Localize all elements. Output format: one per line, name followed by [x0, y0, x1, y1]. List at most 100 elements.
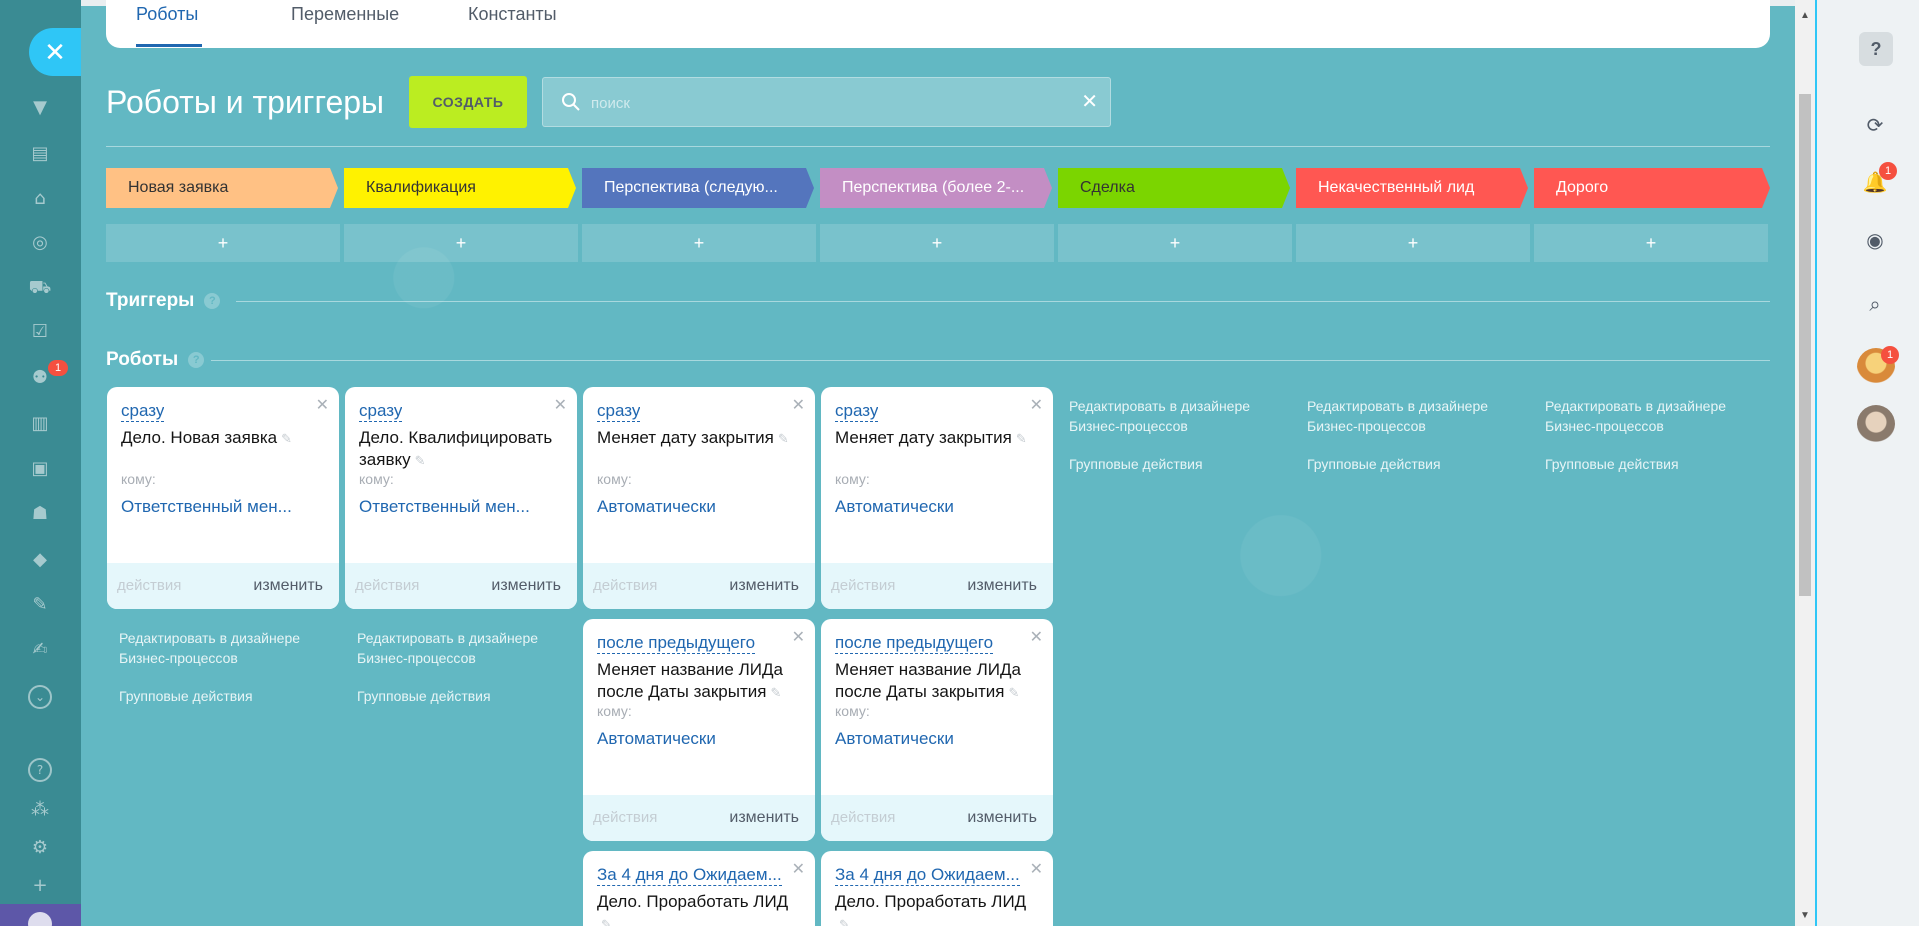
robot-edit-button[interactable]: изменить	[729, 809, 799, 827]
close-icon[interactable]: ✕	[792, 627, 805, 647]
vertical-scrollbar[interactable]: ▲ ▼	[1795, 0, 1815, 926]
add-trigger-cell[interactable]: +	[344, 224, 578, 262]
designer-link[interactable]: Редактировать в дизайнере Бизнес-процесс…	[1069, 396, 1259, 436]
designer-link[interactable]: Редактировать в дизайнере Бизнес-процесс…	[1307, 396, 1497, 436]
robot-card[interactable]: сразу ✕ Дело. Квалифицировать заявку ✎ ко…	[345, 387, 577, 609]
close-icon[interactable]: ✕	[316, 395, 329, 415]
robot-to-value[interactable]: Автоматически	[835, 729, 954, 749]
help-icon[interactable]: ?	[28, 758, 52, 782]
robot-delay-link[interactable]: сразу	[835, 401, 879, 422]
close-icon[interactable]: ✕	[1030, 859, 1043, 879]
help-icon[interactable]: ?	[204, 292, 221, 309]
pencil-icon[interactable]: ✎	[839, 917, 850, 926]
close-icon[interactable]: ✕	[1030, 627, 1043, 647]
robot-edit-button[interactable]: изменить	[253, 577, 323, 595]
robot-card[interactable]: после предыдущего ✕ Меняет название ЛИДа…	[821, 619, 1053, 841]
add-trigger-cell[interactable]: +	[1296, 224, 1530, 262]
add-trigger-cell[interactable]: +	[106, 224, 340, 262]
tab-constants[interactable]: Константы	[468, 4, 557, 25]
chart-icon[interactable]: ▥	[28, 412, 52, 436]
designer-link[interactable]: Редактировать в дизайнере Бизнес-процесс…	[1545, 396, 1735, 436]
designer-link[interactable]: Редактировать в дизайнере Бизнес-процесс…	[119, 628, 309, 668]
cart-icon[interactable]: ⛟	[28, 276, 52, 300]
robot-delay-link[interactable]: За 4 дня до Ожидаем...	[835, 865, 1020, 886]
search-input[interactable]	[591, 88, 1051, 118]
robot-card[interactable]: сразу ✕ Меняет дату закрытия ✎ кому: Авто…	[583, 387, 815, 609]
pencil-icon[interactable]: ✎	[778, 431, 789, 446]
group-actions-link[interactable]: Групповые действия	[357, 686, 547, 706]
robot-icon[interactable]: ☗	[28, 502, 52, 526]
pencil-icon[interactable]: ✎	[601, 917, 612, 926]
chevron-down-icon[interactable]: ⌄	[28, 685, 52, 709]
robot-delay-link[interactable]: после предыдущего	[835, 633, 994, 654]
signature-icon[interactable]: ✍	[28, 638, 52, 662]
pencil-icon[interactable]: ✎	[770, 685, 781, 700]
scroll-up-icon[interactable]: ▲	[1795, 10, 1815, 21]
robot-to-value[interactable]: Ответственный мен...	[359, 497, 530, 517]
robot-to-value[interactable]: Автоматически	[597, 497, 716, 517]
group-actions-link[interactable]: Групповые действия	[1069, 454, 1259, 474]
add-trigger-cell[interactable]: +	[820, 224, 1054, 262]
close-icon[interactable]: ✕	[554, 395, 567, 415]
designer-link[interactable]: Редактировать в дизайнере Бизнес-процесс…	[357, 628, 547, 668]
robot-card[interactable]: сразу ✕ Дело. Новая заявка ✎ кому: Ответс…	[107, 387, 339, 609]
close-icon[interactable]: ✕	[29, 28, 81, 76]
robot-actions-link[interactable]: действия	[355, 577, 419, 594]
robot-to-value[interactable]: Автоматически	[597, 729, 716, 749]
robot-actions-link[interactable]: действия	[593, 577, 657, 594]
avatar[interactable]	[1857, 405, 1895, 443]
create-button[interactable]: СОЗДАТЬ	[409, 76, 527, 128]
robot-delay-link[interactable]: сразу	[597, 401, 641, 422]
pencil-icon[interactable]: ✎	[1016, 431, 1027, 446]
robot-actions-link[interactable]: действия	[831, 577, 895, 594]
refresh-clock-icon[interactable]: ⟳	[1857, 107, 1893, 143]
add-trigger-cell[interactable]: +	[582, 224, 816, 262]
plus-icon[interactable]: +	[28, 874, 52, 898]
robot-edit-button[interactable]: изменить	[967, 577, 1037, 595]
robot-actions-link[interactable]: действия	[593, 809, 657, 826]
clear-search-icon[interactable]: ✕	[1081, 90, 1098, 114]
scroll-thumb[interactable]	[1799, 94, 1811, 596]
help-icon[interactable]: ?	[188, 351, 205, 368]
robot-actions-link[interactable]: действия	[117, 577, 181, 594]
robot-edit-button[interactable]: изменить	[967, 809, 1037, 827]
robot-card[interactable]: после предыдущего ✕ Меняет название ЛИДа…	[583, 619, 815, 841]
robot-to-value[interactable]: Ответственный мен...	[121, 497, 292, 517]
robot-edit-button[interactable]: изменить	[729, 577, 799, 595]
filter-icon[interactable]: ▼	[28, 96, 52, 120]
contact-card-icon[interactable]: ▣	[28, 457, 52, 481]
robot-delay-link[interactable]: после предыдущего	[597, 633, 756, 654]
scroll-down-icon[interactable]: ▼	[1795, 910, 1815, 921]
checkbox-icon[interactable]: ☑	[28, 320, 52, 344]
chat-icon[interactable]: ◉	[1857, 222, 1893, 258]
close-icon[interactable]: ✕	[792, 859, 805, 879]
robot-delay-link[interactable]: сразу	[359, 401, 403, 422]
sitemap-icon[interactable]: ⁂	[28, 798, 52, 822]
target-icon[interactable]: ◎	[28, 231, 52, 255]
pencil-icon[interactable]: ✎	[415, 453, 426, 468]
bank-icon[interactable]: ⌂	[28, 187, 52, 211]
group-actions-link[interactable]: Групповые действия	[1307, 454, 1497, 474]
robot-card[interactable]: За 4 дня до Ожидаем... ✕ Дело. Проработа…	[821, 851, 1053, 926]
close-icon[interactable]: ✕	[792, 395, 805, 415]
search-icon[interactable]: ⌕	[1857, 286, 1893, 322]
box-icon[interactable]: ◆	[28, 548, 52, 572]
robot-edit-button[interactable]: изменить	[491, 577, 561, 595]
robot-actions-link[interactable]: действия	[831, 809, 895, 826]
document-edit-icon[interactable]: ✎	[28, 593, 52, 617]
add-trigger-cell[interactable]: +	[1534, 224, 1768, 262]
gear-icon[interactable]: ⚙	[28, 836, 52, 860]
calendar-icon[interactable]: ▤	[28, 142, 52, 166]
group-actions-link[interactable]: Групповые действия	[1545, 454, 1735, 474]
robot-card[interactable]: сразу ✕ Меняет дату закрытия ✎ кому: Авто…	[821, 387, 1053, 609]
pencil-icon[interactable]: ✎	[281, 431, 292, 446]
add-trigger-cell[interactable]: +	[1058, 224, 1292, 262]
tab-robots[interactable]: Роботы	[136, 4, 198, 25]
robot-to-value[interactable]: Автоматически	[835, 497, 954, 517]
close-icon[interactable]: ✕	[1030, 395, 1043, 415]
help-icon[interactable]: ?	[1859, 32, 1893, 66]
pencil-icon[interactable]: ✎	[1008, 685, 1019, 700]
robot-card[interactable]: За 4 дня до Ожидаем... ✕ Дело. Проработа…	[583, 851, 815, 926]
robot-delay-link[interactable]: сразу	[121, 401, 165, 422]
robot-delay-link[interactable]: За 4 дня до Ожидаем...	[597, 865, 782, 886]
